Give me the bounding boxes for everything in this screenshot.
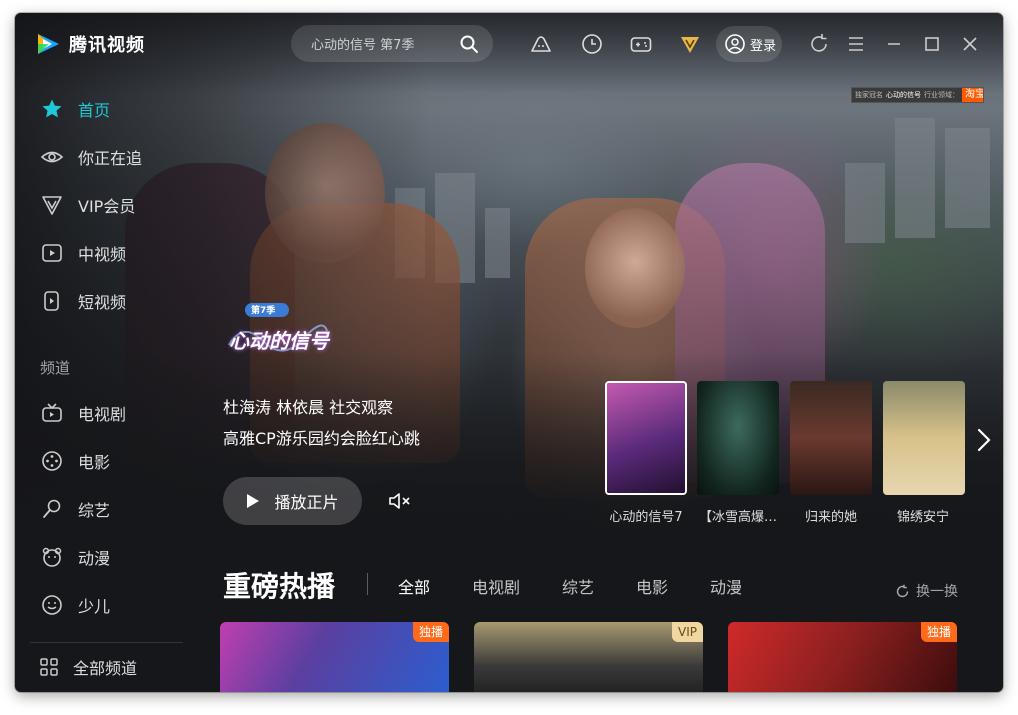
exclusive-badge: 独播 — [920, 622, 957, 642]
login-label: 登录 — [750, 38, 777, 54]
search-input[interactable]: 心动的信号 第7季 — [311, 34, 414, 53]
sidebar-item-label: 电视剧 — [78, 405, 127, 424]
history-icon[interactable] — [580, 32, 604, 56]
tv-icon — [42, 403, 62, 422]
sidebar-item-short-video[interactable]: 短视频 — [40, 287, 126, 315]
login-button[interactable]: 登录 — [716, 26, 782, 62]
show-logo-sub: 第7季 — [251, 306, 276, 316]
sponsor-right-text: 淘宝 — [962, 88, 983, 102]
grid-icon — [40, 658, 58, 676]
hero-subtitle-1: 杜海涛 林依晨 社交观察 — [223, 398, 394, 417]
kids-icon — [42, 595, 62, 615]
sidebar-item-label: 你正在追 — [78, 149, 143, 168]
show-logo-text: 心动的信号 — [229, 329, 329, 353]
chevron-right-icon[interactable] — [973, 425, 995, 455]
close-icon[interactable] — [958, 32, 982, 56]
tencent-video-logo-icon — [38, 34, 59, 54]
sidebar-item-label: 电影 — [78, 453, 111, 472]
microphone-icon — [43, 499, 61, 518]
sidebar-item-anime[interactable]: 动漫 — [40, 543, 110, 571]
play-button[interactable]: 播放正片 — [223, 477, 362, 525]
content-card[interactable]: VIP — [474, 622, 703, 692]
cloud-game-icon[interactable] — [529, 32, 553, 56]
app-logo[interactable]: 腾讯视频 — [35, 31, 145, 57]
vip-diamond-icon[interactable] — [678, 32, 702, 56]
sidebar-item-variety[interactable]: 综艺 — [40, 495, 110, 523]
star-icon — [42, 99, 62, 118]
sidebar-item-label: 中视频 — [78, 245, 127, 264]
hero-thumbnail-label[interactable]: 【冰雪高爆… — [692, 506, 784, 525]
hero-thumbnail[interactable] — [790, 381, 872, 495]
film-reel-icon — [42, 451, 62, 471]
short-video-icon — [44, 291, 59, 311]
refresh-button[interactable]: 换一换 — [895, 581, 958, 601]
refresh-label: 换一换 — [916, 584, 958, 600]
play-label: 播放正片 — [274, 493, 339, 512]
gamepad-icon[interactable] — [629, 32, 653, 56]
exclusive-badge: 独播 — [412, 622, 449, 642]
video-icon — [42, 244, 62, 262]
section-divider — [367, 573, 368, 595]
sidebar-item-home[interactable]: 首页 — [40, 95, 110, 123]
hero-thumbnail[interactable] — [883, 381, 965, 495]
hero-thumbnail-label[interactable]: 锦绣安宁 — [877, 506, 969, 525]
eye-icon — [40, 151, 64, 163]
tab-anime[interactable]: 动漫 — [710, 574, 742, 598]
section-title: 重磅热播 — [223, 570, 336, 603]
hero-thumbnail-label[interactable]: 归来的她 — [785, 506, 877, 525]
sidebar-item-label: 全部频道 — [73, 659, 138, 678]
sidebar-item-label: 短视频 — [78, 293, 127, 312]
content-card[interactable]: 独播 — [220, 622, 449, 692]
menu-icon[interactable] — [844, 32, 868, 56]
sponsor-brand: 心动的信号 — [886, 91, 921, 99]
show-title-logo: 第7季 心动的信号 — [223, 301, 333, 363]
app-name: 腾讯视频 — [69, 35, 145, 56]
play-icon — [247, 494, 260, 508]
sidebar-item-label: 少儿 — [78, 597, 111, 616]
bear-icon — [42, 547, 62, 567]
minimize-icon[interactable] — [882, 32, 906, 56]
vip-icon — [42, 196, 62, 215]
sidebar-item-label: 动漫 — [78, 549, 111, 568]
sidebar-item-mid-video[interactable]: 中视频 — [40, 239, 126, 267]
sidebar-item-movie[interactable]: 电影 — [40, 447, 110, 475]
sponsor-left-text: 独家冠名 — [855, 91, 883, 99]
hero-thumbnail-label[interactable]: 心动的信号7 — [600, 506, 692, 525]
maximize-icon[interactable] — [920, 32, 944, 56]
hero-thumbnail[interactable] — [605, 381, 687, 495]
sidebar-item-following[interactable]: 你正在追 — [40, 143, 142, 171]
sidebar-item-vip[interactable]: VIP会员 — [40, 191, 135, 219]
search-icon[interactable] — [459, 34, 479, 54]
sidebar-item-label: 综艺 — [78, 501, 111, 520]
sidebar-item-kids[interactable]: 少儿 — [40, 591, 110, 619]
tab-tv[interactable]: 电视剧 — [472, 574, 520, 598]
user-icon — [725, 34, 745, 54]
search-box[interactable]: 心动的信号 第7季 — [291, 25, 493, 62]
mute-icon[interactable] — [387, 489, 413, 513]
vip-badge: VIP — [672, 622, 703, 642]
sidebar-divider — [30, 642, 183, 643]
app-window: 腾讯视频 心动的信号 第7季 登录 独家冠名 心动的信号 行业领域： 淘宝 首页… — [15, 13, 1003, 692]
refresh-small-icon — [896, 584, 909, 597]
content-card[interactable]: 独播 — [728, 622, 957, 692]
channel-section-title: 频道 — [40, 359, 71, 377]
tab-all[interactable]: 全部 — [398, 574, 430, 598]
tab-variety[interactable]: 综艺 — [562, 574, 594, 598]
title-bar: 腾讯视频 心动的信号 第7季 登录 — [15, 13, 1003, 75]
sponsor-mid-text: 行业领域： — [924, 91, 959, 99]
sponsor-badge[interactable]: 独家冠名 心动的信号 行业领域： 淘宝 — [851, 87, 984, 103]
sidebar-item-tv[interactable]: 电视剧 — [40, 399, 126, 427]
sidebar-item-label: 首页 — [78, 101, 111, 120]
sidebar-item-all-channels[interactable]: 全部频道 — [37, 653, 137, 681]
hero-subtitle-2: 高雅CP游乐园约会脸红心跳 — [223, 429, 420, 448]
tab-movie[interactable]: 电影 — [636, 574, 668, 598]
hero-thumbnail[interactable] — [697, 381, 779, 495]
sidebar-item-label: VIP会员 — [78, 197, 136, 216]
refresh-icon[interactable] — [807, 32, 831, 56]
